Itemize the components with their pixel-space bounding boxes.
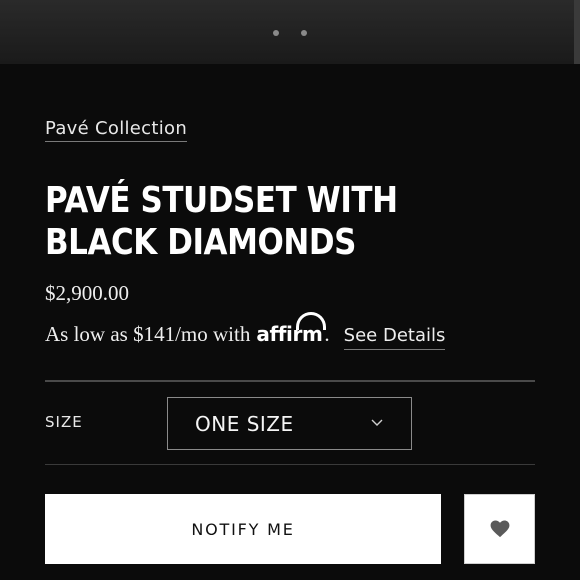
- carousel-pagination: [0, 30, 580, 36]
- financing-text: As low as $141/mo with: [45, 322, 251, 346]
- size-select[interactable]: ONE SIZE: [167, 397, 412, 450]
- carousel-dot[interactable]: [301, 30, 307, 36]
- size-select-value: ONE SIZE: [195, 411, 294, 436]
- wishlist-button[interactable]: [464, 494, 535, 564]
- chevron-down-icon: [371, 419, 383, 426]
- notify-me-button[interactable]: NOTIFY ME: [45, 494, 441, 564]
- affirm-arc-icon: [296, 312, 327, 330]
- see-details-link[interactable]: See Details: [343, 325, 446, 350]
- product-price: $2,900.00: [45, 281, 129, 305]
- section-divider: [45, 464, 535, 465]
- collection-link[interactable]: Pavé Collection: [45, 118, 188, 142]
- product-title: PAVÉ STUDSET WITH BLACK DIAMONDS: [45, 180, 398, 263]
- carousel-dot[interactable]: [273, 30, 279, 36]
- financing-line: As low as $141/mo with affirm . See Deta…: [45, 312, 446, 350]
- affirm-logo: affirm: [256, 312, 327, 346]
- size-label: SIZE: [45, 413, 83, 431]
- product-image-carousel[interactable]: [0, 0, 580, 64]
- carousel-edge: [574, 0, 580, 64]
- section-divider: [45, 380, 535, 382]
- heart-icon: [490, 520, 509, 538]
